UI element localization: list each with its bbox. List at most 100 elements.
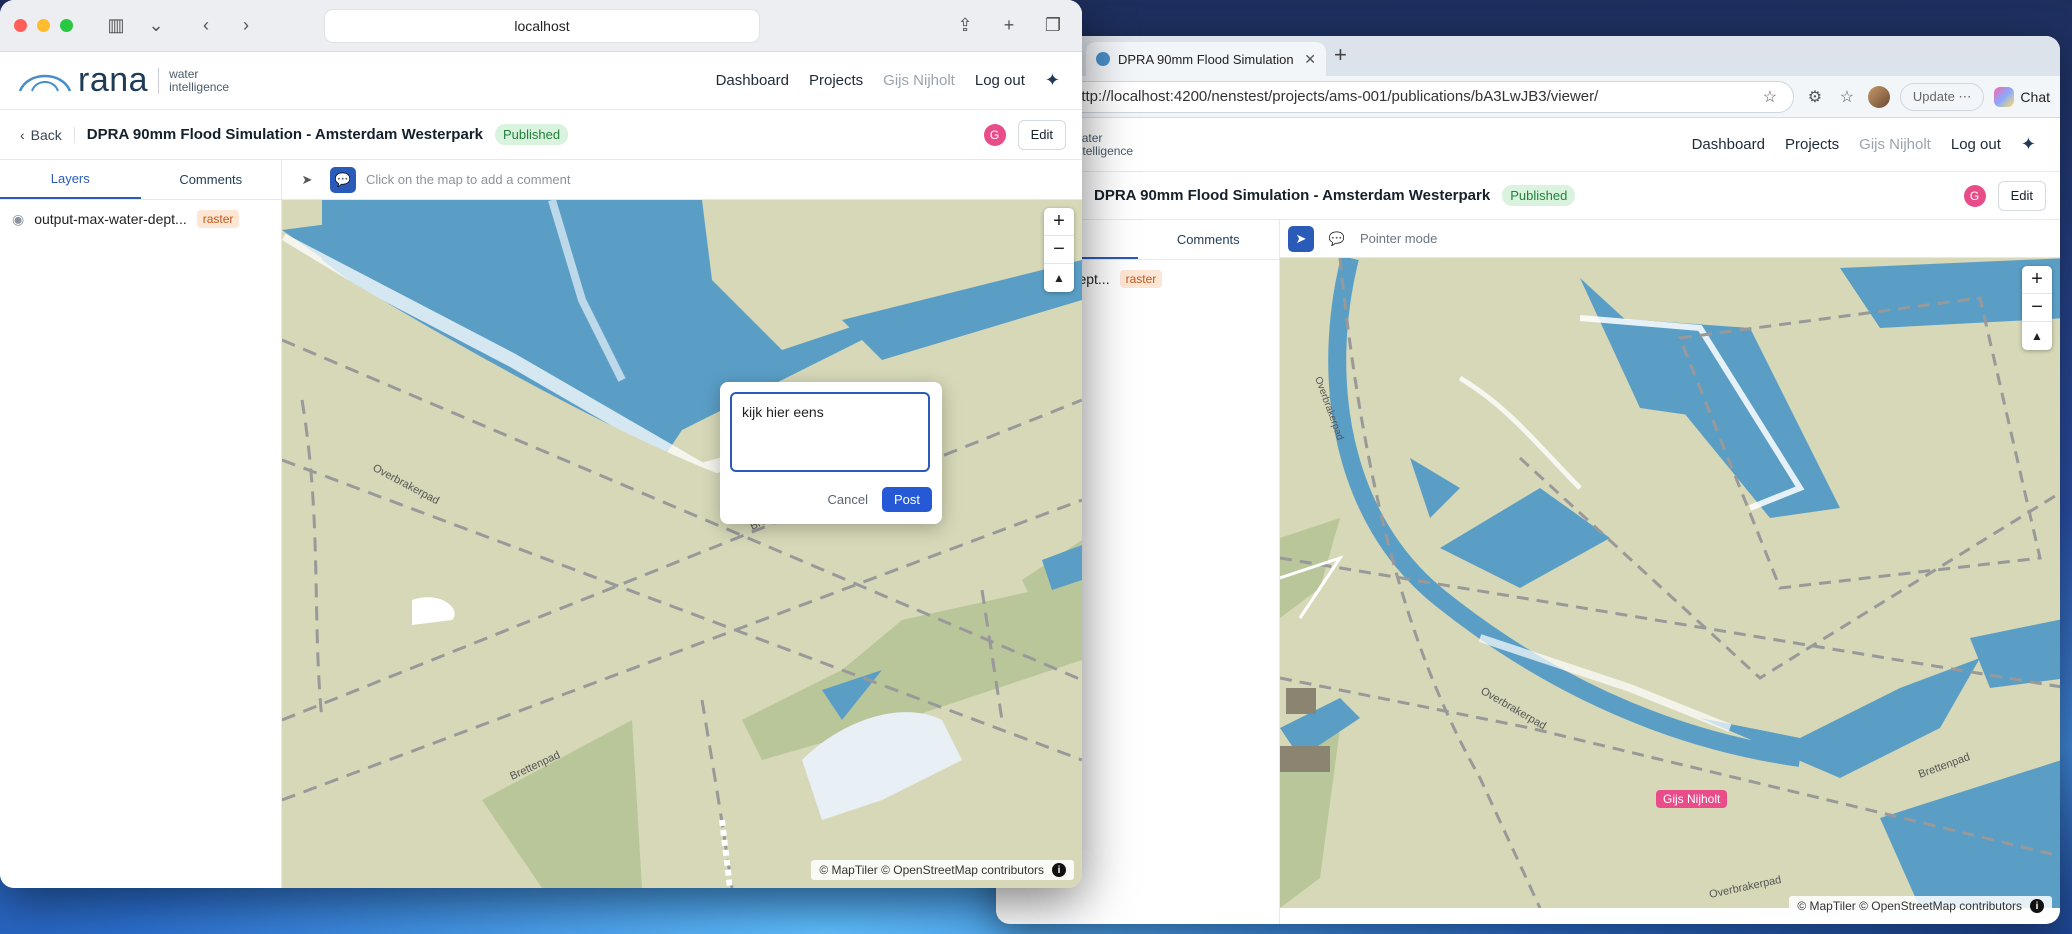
zoom-control: + − ▲ xyxy=(2022,266,2052,350)
back-nav-icon[interactable]: ‹ xyxy=(191,15,221,36)
nav-logout[interactable]: Log out xyxy=(1951,136,2001,153)
tab-layers[interactable]: Layers xyxy=(0,160,141,199)
copilot-icon xyxy=(1994,86,2015,107)
comment-mode-icon[interactable]: 💬 xyxy=(1324,226,1350,252)
close-window-icon[interactable] xyxy=(14,19,27,32)
compass-icon[interactable]: ▲ xyxy=(2022,322,2052,350)
cancel-button[interactable]: Cancel xyxy=(828,492,868,507)
comment-mode-icon[interactable]: 💬 xyxy=(330,166,356,193)
post-button[interactable]: Post xyxy=(881,487,932,512)
logo-arc-icon xyxy=(18,74,72,92)
profile-avatar-icon[interactable] xyxy=(1867,85,1890,108)
nav-dashboard[interactable]: Dashboard xyxy=(1692,136,1765,153)
mode-hint: Pointer mode xyxy=(1360,231,1438,246)
mode-hint: Click on the map to add a comment xyxy=(366,172,571,187)
nav-user[interactable]: Gijs Nijholt xyxy=(883,72,955,89)
safari-toolbar: ▥ ⌄ ‹ › localhost ⇪ + ❐ xyxy=(0,0,1082,52)
logo-sub-line1: water xyxy=(169,66,199,81)
nav-projects[interactable]: Projects xyxy=(1785,136,1839,153)
zoom-control: + − ▲ xyxy=(1044,208,1074,292)
safari-window: ▥ ⌄ ‹ › localhost ⇪ + ❐ rana water intell… xyxy=(0,0,1082,888)
update-more-icon: ⋯ xyxy=(1958,88,1972,104)
attribution-text: © MapTiler © OpenStreetMap contributors xyxy=(819,863,1044,877)
map-canvas[interactable]: Overbrakerpad Overbrakerpad Brettenpad O… xyxy=(1280,258,2060,909)
zoom-in-icon[interactable]: + xyxy=(2022,266,2052,294)
tab-title: DPRA 90mm Flood Simulation - xyxy=(1118,51,1297,67)
update-button[interactable]: Update ⋯ xyxy=(1899,82,1985,111)
address-url: http://localhost:4200/nenstest/projects/… xyxy=(1073,88,1599,105)
new-tab-icon[interactable]: + xyxy=(994,15,1024,36)
info-icon[interactable]: i xyxy=(2030,899,2044,913)
tab-comments[interactable]: Comments xyxy=(1138,220,1280,259)
sidebar-toggle-icon[interactable]: ▥ xyxy=(101,15,131,36)
forward-nav-icon[interactable]: › xyxy=(231,15,261,36)
viewer-body: Layers Comments ◉ output-max-water-dept.… xyxy=(0,160,1082,888)
chevron-left-icon: ‹ xyxy=(20,126,25,143)
logo-word: rana xyxy=(78,61,149,99)
eye-icon[interactable]: ◉ xyxy=(12,211,24,228)
bookmark-star-icon[interactable]: ☆ xyxy=(1759,87,1781,107)
logo-subtitle: water intelligence xyxy=(158,66,230,94)
info-icon[interactable]: i xyxy=(1052,863,1066,877)
safari-actions: ⇪ + ❐ xyxy=(950,15,1068,36)
publication-header: DPRA 90mm Flood Simulation - Amsterdam W… xyxy=(996,172,2060,220)
logo[interactable]: rana waterintelligence xyxy=(18,61,229,100)
map[interactable]: Overbrakerpad Overbrakerpad Brettenpad O… xyxy=(1280,258,2060,924)
nav-links: Dashboard Projects Gijs Nijholt Log out … xyxy=(716,70,1060,91)
zoom-in-icon[interactable]: + xyxy=(1044,208,1074,236)
layer-type-badge: raster xyxy=(1119,270,1163,288)
edit-button[interactable]: Edit xyxy=(1997,180,2046,211)
tab-overview-icon[interactable]: ❐ xyxy=(1038,15,1068,36)
sidebar-tabs: Layers Comments xyxy=(0,160,281,200)
chevron-down-icon[interactable]: ⌄ xyxy=(141,15,171,36)
nav-projects[interactable]: Projects xyxy=(809,72,863,89)
app-nav: rana waterintelligence Dashboard Project… xyxy=(0,52,1082,110)
comment-input[interactable]: kijk hier eens xyxy=(730,392,930,472)
extensions-icon[interactable]: ⚙ xyxy=(1804,87,1826,107)
update-label: Update xyxy=(1912,89,1955,104)
pointer-mode-icon[interactable]: ➤ xyxy=(1288,225,1314,252)
compass-icon[interactable]: ▲ xyxy=(1044,264,1074,292)
zoom-window-icon[interactable] xyxy=(60,19,73,32)
favorites-icon[interactable]: ☆ xyxy=(1836,87,1858,107)
address-bar[interactable]: localhost xyxy=(324,9,760,43)
layer-type-badge: raster xyxy=(196,210,240,228)
avatar: G xyxy=(1963,184,1986,207)
status-badge: Published xyxy=(495,124,569,145)
minimize-window-icon[interactable] xyxy=(37,19,50,32)
comment-popup: kijk hier eens Cancel Post xyxy=(720,382,942,524)
pointer-mode-icon[interactable]: ➤ xyxy=(294,167,320,193)
chrome-tab-bar: DPRA 90mm Flood Simulation - ✕ + xyxy=(996,36,2060,76)
logo-sub-line2: intelligence xyxy=(169,79,230,94)
map-canvas[interactable]: Overbrakerpad Brettenpad Brettenpad xyxy=(282,200,1082,888)
map[interactable]: Overbrakerpad Brettenpad Brettenpad + − … xyxy=(282,200,1082,888)
chat-button[interactable]: Chat xyxy=(1994,86,2050,107)
chrome-window: DPRA 90mm Flood Simulation - ✕ + ⌂ i htt… xyxy=(996,36,2060,924)
page-title: DPRA 90mm Flood Simulation - Amsterdam W… xyxy=(1094,187,1491,204)
address-bar[interactable]: i http://localhost:4200/nenstest/project… xyxy=(1036,80,1794,113)
chrome-tab[interactable]: DPRA 90mm Flood Simulation - ✕ xyxy=(1086,42,1326,76)
map-attribution: © MapTiler © OpenStreetMap contributors … xyxy=(811,860,1074,880)
sparkle-icon[interactable]: ✦ xyxy=(2021,134,2036,155)
viewer-body: s Comments -max-water-dept... raster ➤ 💬… xyxy=(996,220,2060,924)
back-button[interactable]: ‹ Back xyxy=(20,126,75,143)
chrome-toolbar: ⌂ i http://localhost:4200/nenstest/proje… xyxy=(996,76,2060,118)
share-icon[interactable]: ⇪ xyxy=(950,15,980,36)
map-container: ➤ 💬 Pointer mode Overbrakerpad Overbrake… xyxy=(1280,220,2060,924)
layer-item[interactable]: ◉ output-max-water-dept... raster xyxy=(0,200,281,238)
tab-comments[interactable]: Comments xyxy=(141,160,282,199)
zoom-out-icon[interactable]: − xyxy=(1044,236,1074,264)
edit-button[interactable]: Edit xyxy=(1017,119,1066,150)
map-attribution: © MapTiler © OpenStreetMap contributors … xyxy=(1789,896,2052,916)
close-tab-icon[interactable]: ✕ xyxy=(1304,51,1316,68)
avatar: G xyxy=(983,123,1006,146)
map-container: ➤ 💬 Click on the map to add a comment Ov… xyxy=(282,160,1082,888)
sparkle-icon[interactable]: ✦ xyxy=(1045,70,1060,91)
map-toolbar: ➤ 💬 Pointer mode xyxy=(1280,220,2060,258)
new-tab-icon[interactable]: + xyxy=(1334,42,1347,68)
nav-user[interactable]: Gijs Nijholt xyxy=(1859,136,1931,153)
nav-logout[interactable]: Log out xyxy=(975,72,1025,89)
nav-dashboard[interactable]: Dashboard xyxy=(716,72,789,89)
zoom-out-icon[interactable]: − xyxy=(2022,294,2052,322)
comment-actions: Cancel Post xyxy=(730,487,932,512)
